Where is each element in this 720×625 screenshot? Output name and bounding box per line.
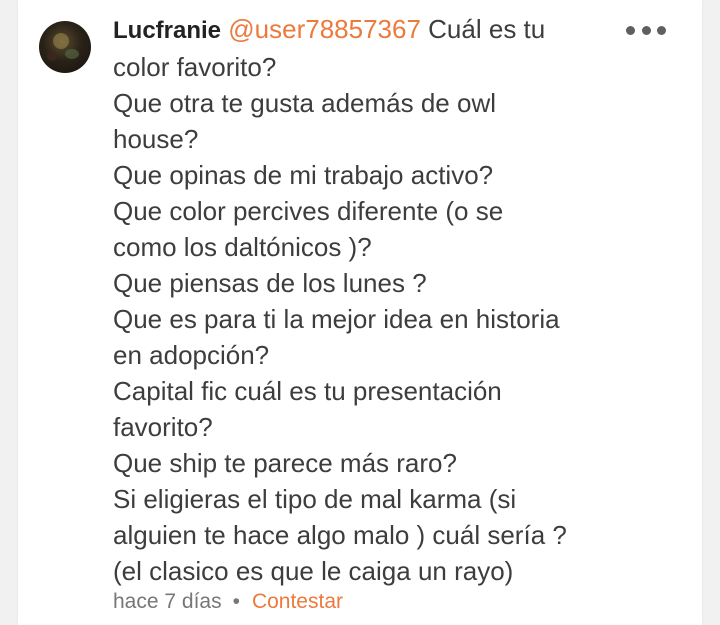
comment-text-line: Que color percives diferente (o se	[113, 196, 504, 226]
avatar[interactable]	[39, 21, 91, 73]
comment-body: Lucfranie @user78857367 Cuál es tu color…	[113, 11, 633, 589]
more-dot	[657, 25, 666, 35]
mention-link[interactable]: @user78857367	[228, 14, 421, 44]
more-horizontal-icon[interactable]	[626, 20, 666, 40]
comment-text-line: favorito?	[113, 412, 213, 442]
comment-text-line: Que piensas de los lunes ?	[113, 268, 427, 298]
author-name[interactable]: Lucfranie	[113, 17, 221, 44]
comment-text-line: Capital fic cuál es tu presentación	[113, 376, 502, 406]
comment-text-line: Cuál es tu	[428, 14, 546, 44]
comment-time: hace 7 días	[113, 590, 222, 613]
meta-separator: •	[232, 590, 240, 613]
comment-text-line: color favorito?	[113, 52, 277, 82]
comment-text-line: (el clasico es que le caiga un rayo)	[113, 556, 514, 586]
comment-text-line: como los daltónicos )?	[113, 232, 372, 262]
reply-button[interactable]: Contestar	[252, 590, 343, 614]
comment-text-line: alguien te hace algo malo ) cuál sería ?	[113, 520, 567, 550]
comment-text-line: Que opinas de mi trabajo activo?	[113, 160, 494, 190]
comment-text-line: Que ship te parece más raro?	[113, 448, 457, 478]
more-dot	[641, 25, 651, 35]
comment-text-line: house?	[113, 124, 199, 154]
comment-text-line: Si eligieras el tipo de mal karma (si	[113, 484, 517, 514]
comment-text-line: Que otra te gusta además de owl	[113, 88, 497, 118]
comment-meta: hace 7 días • Contestar	[113, 590, 343, 614]
comment-text-line: en adopción?	[113, 340, 270, 370]
comment-text-line: Que es para ti la mejor idea en historia	[113, 304, 560, 334]
comment-first-line: Lucfranie @user78857367 Cuál es tu	[113, 11, 633, 49]
more-dot	[626, 25, 635, 35]
